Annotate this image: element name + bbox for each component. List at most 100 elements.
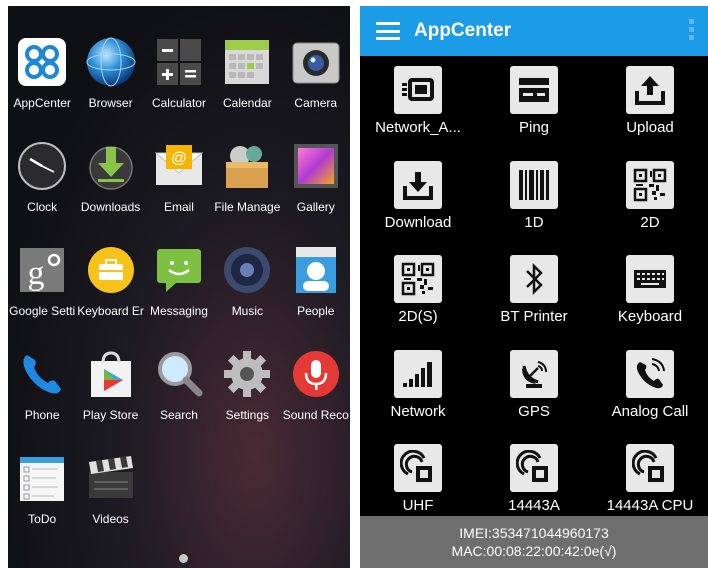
tool-label: 14443A [508, 497, 560, 514]
app-downloads[interactable]: Downloads [76, 140, 144, 244]
folder-icon [221, 140, 273, 192]
app-keyboard-emulator[interactable]: Keyboard Er [76, 244, 144, 348]
tool-network[interactable]: Network [360, 349, 476, 445]
app-music[interactable]: Music [213, 244, 281, 348]
tool-upload[interactable]: Upload [592, 66, 708, 161]
imei-text: IMEI:353471044960173 [459, 525, 609, 541]
satellite-dish-icon [510, 349, 558, 398]
phone-ringing-icon [626, 349, 674, 398]
contact-card-icon [290, 244, 342, 296]
rfid-card-icon [394, 444, 442, 492]
app-label: Email [163, 200, 194, 214]
tool-analog-call[interactable]: Analog Call [592, 349, 708, 445]
magnifier-icon [153, 348, 205, 400]
signal-bars-icon [394, 349, 442, 398]
keyboard-icon [626, 255, 674, 303]
tool-ping[interactable]: Ping [476, 66, 592, 161]
checklist-icon [16, 452, 68, 504]
app-browser[interactable]: Browser [76, 36, 144, 140]
camera-icon [290, 36, 342, 88]
app-drawer: AppCenter Browser Calculator Calendar Ca… [8, 6, 350, 568]
clapperboard-icon [85, 452, 137, 504]
app-file-manager[interactable]: File Manage [213, 140, 281, 244]
tool-download[interactable]: Download [360, 160, 476, 256]
rfid-card-icon [626, 444, 674, 492]
tool-label: GPS [518, 402, 550, 420]
menu-icon[interactable] [376, 22, 400, 40]
tool-label: 2D(S) [398, 308, 438, 325]
google-settings-icon: g [16, 244, 68, 296]
app-play-store[interactable]: Play Store [76, 348, 144, 452]
app-label: Gallery [296, 200, 335, 214]
app-camera[interactable]: Camera [282, 36, 350, 140]
app-sound-recorder[interactable]: Sound Reco [282, 348, 350, 452]
keyboard-briefcase-icon [85, 244, 137, 296]
calculator-icon [153, 36, 205, 88]
app-messaging[interactable]: Messaging [145, 244, 213, 348]
app-google-settings[interactable]: g Google Setti [8, 244, 76, 348]
app-gallery[interactable]: Gallery [282, 140, 350, 244]
app-label: Messaging [149, 304, 208, 318]
envelope-icon: @ [153, 140, 205, 192]
app-videos[interactable]: Videos [76, 452, 144, 556]
tool-label: Ping [518, 119, 550, 136]
play-store-bag-icon [85, 348, 137, 400]
tool-1d-barcode[interactable]: 1D [476, 160, 592, 256]
app-label: AppCenter [13, 96, 71, 110]
device-info-footer: IMEI:353471044960173 MAC:00:08:22:00:42:… [360, 516, 708, 568]
tool-label: Network [390, 402, 446, 420]
tool-label: 1D [524, 213, 544, 231]
download-arrow-icon [85, 140, 137, 192]
app-clock[interactable]: Clock [8, 140, 76, 244]
app-todo[interactable]: ToDo [8, 452, 76, 556]
network-adapter-icon [394, 66, 442, 114]
app-label: Calculator [151, 96, 206, 110]
tool-2d-s[interactable]: 2D(S) [360, 255, 476, 350]
overflow-menu-icon[interactable] [689, 19, 694, 40]
ping-icon [510, 66, 558, 114]
tool-label: 2D [640, 213, 660, 231]
bluetooth-icon [510, 255, 558, 303]
app-calendar[interactable]: Calendar [213, 36, 281, 140]
tool-2d-qr[interactable]: 2D [592, 160, 708, 256]
svg-text:@: @ [171, 150, 187, 167]
app-label: Keyboard Er [77, 304, 144, 318]
app-calculator[interactable]: Calculator [145, 36, 213, 140]
app-phone[interactable]: Phone [8, 348, 76, 452]
phone-handset-icon [16, 348, 68, 400]
clock-icon [16, 140, 68, 192]
app-settings[interactable]: Settings [213, 348, 281, 452]
app-label: Google Setti [9, 304, 76, 318]
app-label: Music [231, 304, 264, 318]
app-label: Phone [24, 408, 60, 422]
barcode-icon [510, 160, 558, 209]
tool-bt-printer[interactable]: BT Printer [476, 255, 592, 350]
app-bar: AppCenter [360, 6, 708, 56]
appcenter-screen: AppCenter Network_A... Ping Upload Downl… [360, 6, 708, 568]
app-label: Calendar [223, 96, 272, 110]
app-label: People [297, 304, 335, 318]
app-label: Clock [27, 200, 58, 214]
tool-label: Network_A... [375, 119, 461, 136]
tool-label: UHF [402, 497, 434, 514]
screenshot-frame: AppCenter Browser Calculator Calendar Ca… [0, 0, 708, 568]
speaker-icon [221, 244, 273, 296]
tool-keyboard[interactable]: Keyboard [592, 255, 708, 350]
app-label: Camera [294, 96, 338, 110]
app-label: File Manage [214, 200, 281, 214]
tool-grid: Network_A... Ping Upload Download 1D 2D … [360, 66, 708, 539]
upload-icon [626, 66, 674, 114]
page-indicator-dot[interactable] [179, 554, 188, 563]
app-people[interactable]: People [282, 244, 350, 348]
tool-label: Analog Call [611, 402, 689, 420]
app-email[interactable]: @ Email [145, 140, 213, 244]
app-appcenter[interactable]: AppCenter [8, 36, 76, 140]
tool-label: Download [384, 213, 452, 231]
download-icon [394, 160, 442, 209]
rfid-card-icon [510, 444, 558, 492]
tool-gps[interactable]: GPS [476, 349, 592, 445]
tool-network-adapter[interactable]: Network_A... [360, 66, 476, 161]
app-search[interactable]: Search [145, 348, 213, 452]
gear-icon [221, 348, 273, 400]
app-label: Videos [92, 512, 129, 526]
